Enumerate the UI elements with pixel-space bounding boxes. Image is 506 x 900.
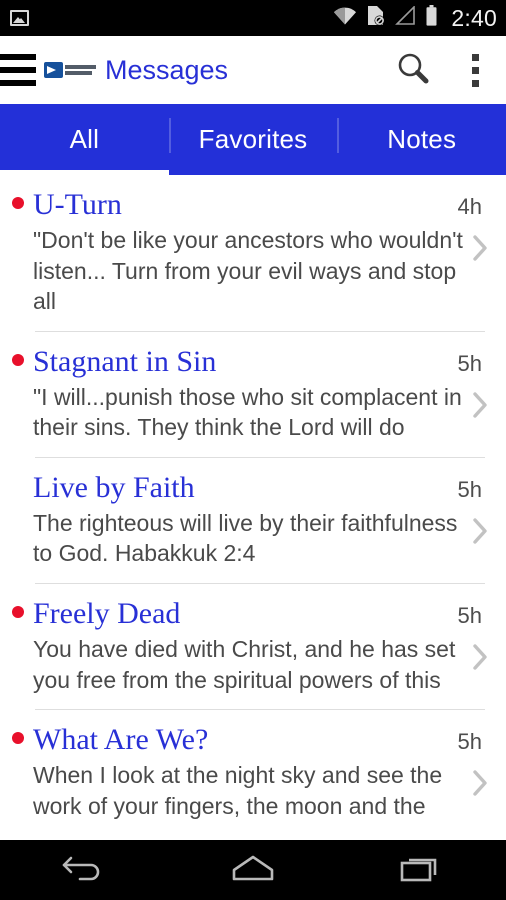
hamburger-menu-icon[interactable] [0,54,36,86]
message-header: Live by Faith 5h [0,471,506,504]
message-header: What Are We? 5h [0,723,506,756]
page-title: Messages [105,54,229,85]
message-row[interactable]: Stagnant in Sin 5h "I will...punish thos… [0,332,506,458]
logo-wordmark [65,65,96,75]
message-time: 5h [457,729,482,755]
status-bar: 2:40 [0,0,506,36]
hamburger-bar [0,54,36,60]
chevron-right-icon[interactable] [463,382,497,419]
signal-icon [394,5,416,30]
status-bar-left [10,10,29,26]
unread-dot [12,606,24,619]
message-title: Stagnant in Sin [33,344,217,378]
tab-notes[interactable]: Notes [337,104,506,175]
message-row[interactable]: Freely Dead 5h You have died with Christ… [0,584,506,711]
message-title: Live by Faith [33,470,195,504]
hamburger-bar [0,67,36,73]
sd-card-off-icon [366,5,385,31]
message-preview: When I look at the night sky and see the… [33,762,443,819]
recents-icon [399,852,445,889]
message-title: U-Turn [33,188,122,221]
message-preview: "I will...punish those who sit complacen… [33,383,462,441]
status-bar-clock: 2:40 [451,4,497,31]
message-body: "Don't be like your ancestors who wouldn… [0,221,506,317]
tab-bar: All Favorites Notes [0,104,506,175]
message-preview: The righteous will live by their faithfu… [33,509,458,567]
search-button[interactable] [382,36,444,104]
message-body: The righteous will live by their faithfu… [0,504,506,569]
tab-favorites-label: Favorites [198,124,308,154]
back-button[interactable] [34,840,134,900]
message-preview: "Don't be like your ancestors who wouldn… [33,227,463,315]
chevron-right-icon[interactable] [463,760,497,797]
message-row[interactable]: U-Turn 4h "Don't be like your ancestors … [0,175,506,332]
recents-button[interactable] [372,840,472,900]
battery-icon [425,5,438,31]
tab-all[interactable]: All [0,104,169,175]
wifi-icon [333,6,357,30]
message-time: 5h [457,350,482,376]
chevron-right-icon[interactable] [463,508,497,545]
tab-notes-label: Notes [387,124,457,154]
app-bar: Messages [0,36,506,104]
unread-dot [12,353,24,366]
message-header: Freely Dead 5h [0,597,506,630]
message-body: When I look at the night sky and see the… [0,756,506,821]
image-icon [10,10,29,26]
overflow-menu-icon [471,53,479,87]
message-time: 5h [457,476,482,502]
status-bar-right: 2:40 [333,5,497,32]
overflow-menu-button[interactable] [444,36,506,104]
android-nav-bar [0,840,506,900]
message-row[interactable]: Live by Faith 5h The righteous will live… [0,458,506,585]
tab-favorites[interactable]: Favorites [168,104,338,175]
chevron-right-icon[interactable] [463,634,497,671]
unread-dot [12,732,24,745]
message-list[interactable]: U-Turn 4h "Don't be like your ancestors … [0,175,506,840]
message-header: U-Turn 4h [0,188,506,221]
message-time: 5h [457,603,482,629]
search-icon [396,51,430,90]
message-time: 4h [457,194,482,219]
app-root: 2:40 Messages All Favorites Notes U-Turn… [0,0,506,900]
app-bar-actions [382,36,506,104]
message-title: Freely Dead [33,597,181,631]
message-row[interactable]: What Are We? 5h When I look at the night… [0,710,506,821]
home-button[interactable] [203,840,303,900]
message-body: "I will...punish those who sit complacen… [0,378,506,443]
app-logo [44,59,96,81]
chevron-right-icon[interactable] [463,225,497,262]
message-header: Stagnant in Sin 5h [0,345,506,378]
back-icon [61,852,107,889]
hamburger-bar [0,80,36,86]
logo-mark-icon [44,62,63,78]
unread-dot [12,197,24,209]
message-title: What Are We? [33,723,209,757]
message-body: You have died with Christ, and he has se… [0,630,506,695]
tab-all-label: All [69,124,100,154]
message-preview: You have died with Christ, and he has se… [33,636,456,693]
home-icon [229,852,277,889]
